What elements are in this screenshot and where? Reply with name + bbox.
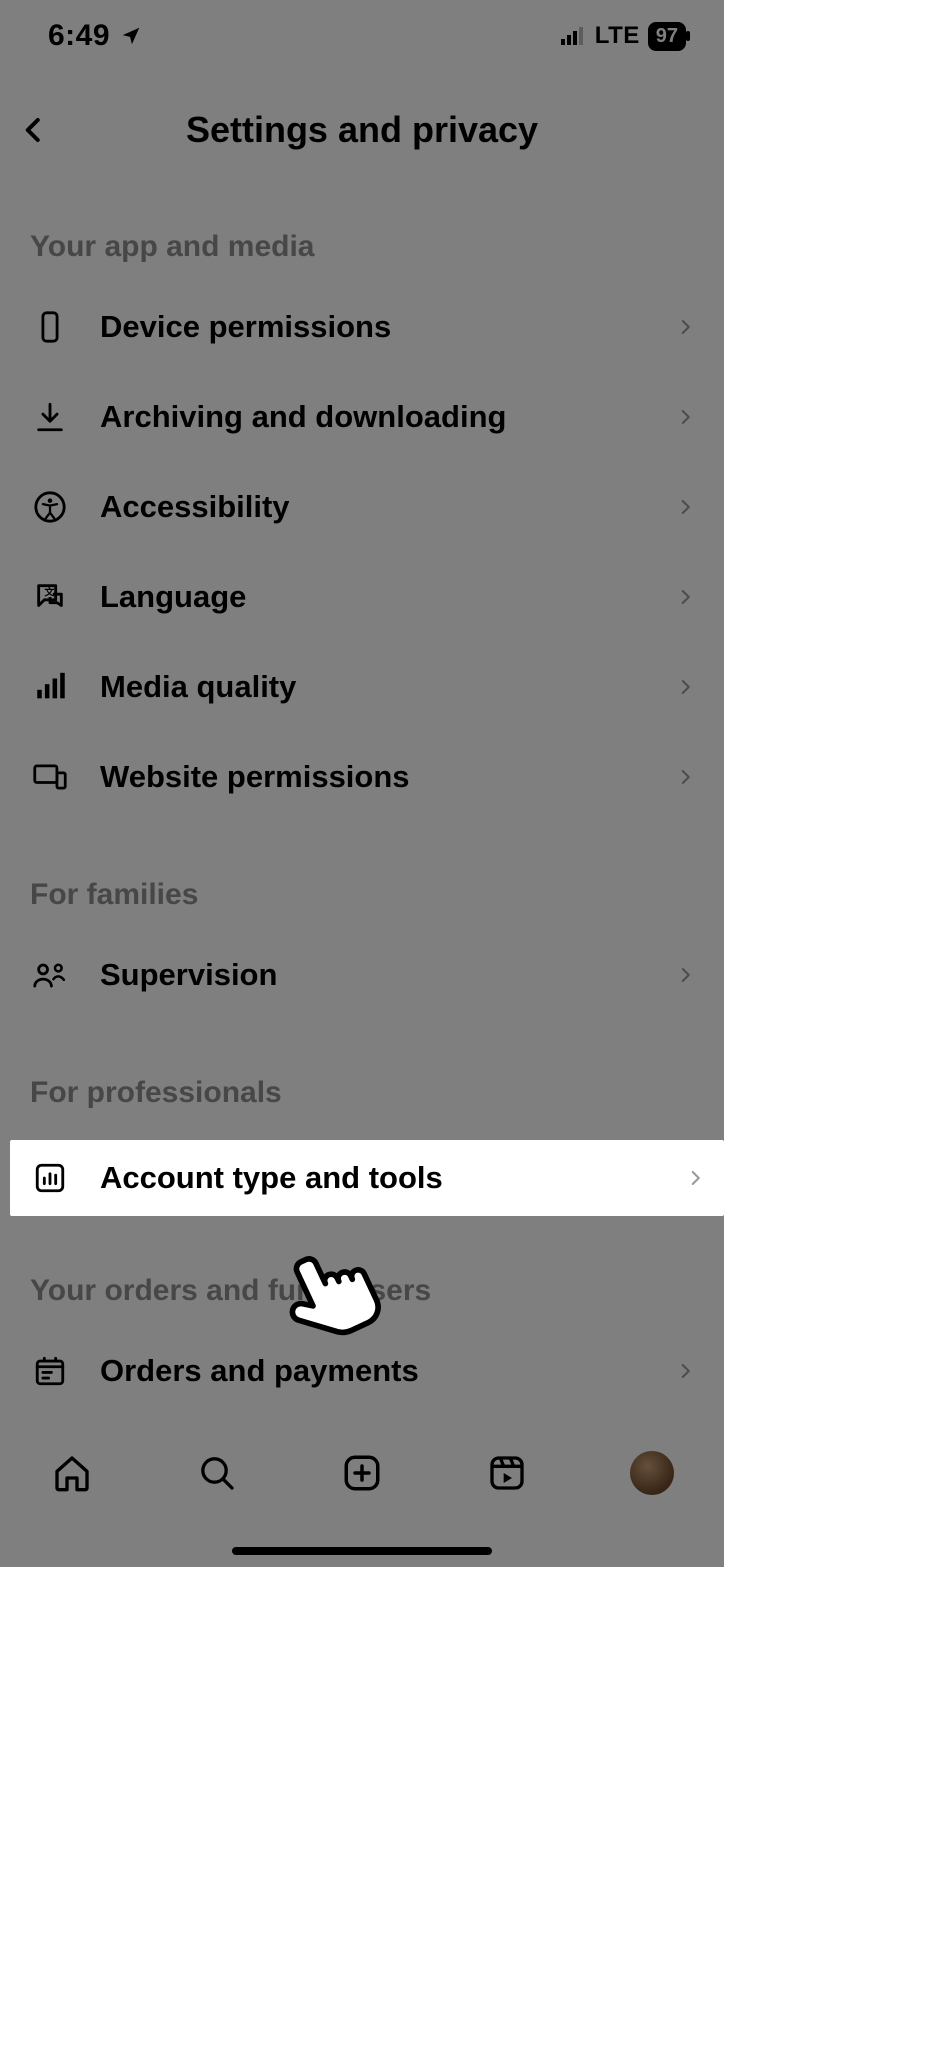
row-account-type-tools[interactable]: Account type and tools (30, 1140, 704, 1216)
row-media-quality[interactable]: Media quality (30, 642, 694, 732)
row-label: Language (100, 579, 246, 615)
devices-icon (30, 757, 70, 797)
row-label: Archiving and downloading (100, 399, 506, 435)
settings-content: Your app and media Device permissions Ar… (0, 200, 724, 1427)
row-label: Orders and payments (100, 1353, 419, 1389)
bottom-nav (0, 1427, 724, 1567)
row-label: Account type and tools (100, 1160, 443, 1196)
chevron-right-icon (676, 498, 694, 516)
supervision-icon (30, 955, 70, 995)
accessibility-icon (30, 487, 70, 527)
row-label: Accessibility (100, 489, 290, 525)
chevron-right-icon (676, 768, 694, 786)
row-label: Media quality (100, 669, 296, 705)
chevron-right-icon (676, 1362, 694, 1380)
nav-create[interactable] (334, 1445, 390, 1501)
page-title: Settings and privacy (186, 109, 538, 151)
page-header: Settings and privacy (0, 90, 724, 170)
nav-search[interactable] (189, 1445, 245, 1501)
device-icon (30, 307, 70, 347)
battery-indicator: 97 (648, 22, 686, 51)
row-accessibility[interactable]: Accessibility (30, 462, 694, 552)
row-orders-payments[interactable]: Orders and payments (30, 1326, 694, 1416)
home-indicator (232, 1547, 492, 1555)
svg-text:文: 文 (44, 586, 54, 599)
location-icon (120, 25, 142, 47)
chevron-right-icon (686, 1169, 704, 1187)
chevron-right-icon (676, 966, 694, 984)
row-supervision[interactable]: Supervision (30, 930, 694, 1020)
section-header-professionals: For professionals (30, 1020, 694, 1128)
signal-icon (561, 27, 587, 45)
settings-screen: 6:49 LTE 97 Settings and privacy (0, 0, 724, 1567)
row-label: Device permissions (100, 309, 391, 345)
row-device-permissions[interactable]: Device permissions (30, 282, 694, 372)
row-label: Supervision (100, 957, 277, 993)
bars-icon (30, 667, 70, 707)
avatar (630, 1451, 674, 1495)
nav-home[interactable] (44, 1445, 100, 1501)
status-bar: 6:49 LTE 97 (0, 0, 724, 72)
chevron-right-icon (676, 318, 694, 336)
nav-reels[interactable] (479, 1445, 535, 1501)
insights-icon (30, 1158, 70, 1198)
download-icon (30, 397, 70, 437)
section-header-families: For families (30, 822, 694, 930)
language-icon: 文 (30, 577, 70, 617)
row-language[interactable]: 文 Language (30, 552, 694, 642)
highlighted-row-container: Account type and tools (10, 1140, 724, 1216)
section-header-orders: Your orders and fundraisers (30, 1218, 694, 1326)
row-website-permissions[interactable]: Website permissions (30, 732, 694, 822)
chevron-right-icon (676, 678, 694, 696)
chevron-right-icon (676, 588, 694, 606)
row-label: Website permissions (100, 759, 410, 795)
row-archiving-downloading[interactable]: Archiving and downloading (30, 372, 694, 462)
nav-profile[interactable] (624, 1445, 680, 1501)
back-button[interactable] (6, 102, 62, 158)
status-time: 6:49 (48, 19, 110, 53)
chevron-right-icon (676, 408, 694, 426)
network-label: LTE (595, 22, 640, 50)
section-header-app-media: Your app and media (30, 200, 694, 282)
orders-icon (30, 1351, 70, 1391)
